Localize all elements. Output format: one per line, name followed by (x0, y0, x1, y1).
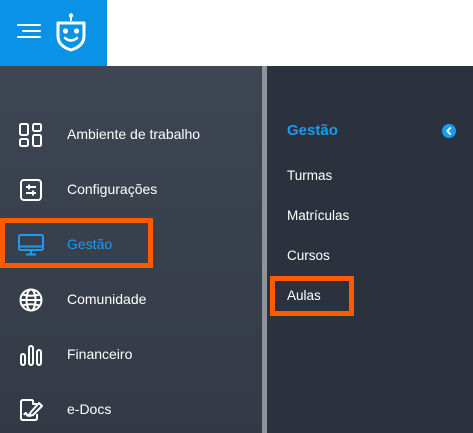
hamburger-icon[interactable] (17, 21, 41, 41)
sidebar-item-label: Gestão (67, 236, 113, 252)
submenu-item-cursos[interactable]: Cursos (287, 246, 330, 266)
submenu-item-aulas[interactable]: Aulas (287, 286, 321, 306)
sidebar-item-ambiente-de-trabalho[interactable]: Ambiente de trabalho (0, 114, 262, 154)
collapse-submenu-button[interactable] (442, 124, 456, 138)
sidebar-item-label: Configurações (67, 181, 158, 197)
submenu-title: Gestão (287, 122, 338, 139)
brand-area (0, 0, 107, 66)
sidebar-item-configuracoes[interactable]: Configurações (0, 169, 262, 209)
submenu-item-matriculas[interactable]: Matrículas (287, 206, 349, 226)
sidebar-item-e-docs[interactable]: e-Docs (0, 389, 262, 429)
bar-chart-icon (18, 342, 44, 368)
globe-icon (18, 287, 44, 313)
submenu-item-turmas[interactable]: Turmas (287, 166, 332, 186)
sidebar-item-label: Comunidade (67, 291, 147, 307)
settings-sliders-icon (18, 177, 44, 203)
sidebar-item-label: Ambiente de trabalho (67, 126, 201, 142)
sidebar-item-financeiro[interactable]: Financeiro (0, 334, 262, 374)
owl-logo-icon[interactable] (54, 12, 88, 52)
top-bar (0, 0, 473, 66)
monitor-icon (18, 232, 44, 258)
sidebar-item-label: e-Docs (67, 401, 112, 417)
sidebar-item-label: Financeiro (67, 346, 133, 362)
document-signature-icon (18, 397, 44, 423)
sidebar-item-gestao[interactable]: Gestão (0, 224, 262, 264)
sidebar-item-comunidade[interactable]: Comunidade (0, 279, 262, 319)
chevron-left-icon (446, 127, 452, 135)
sidebar: Ambiente de trabalho Configurações Gestã… (0, 66, 262, 433)
dashboard-grid-icon (18, 122, 44, 148)
